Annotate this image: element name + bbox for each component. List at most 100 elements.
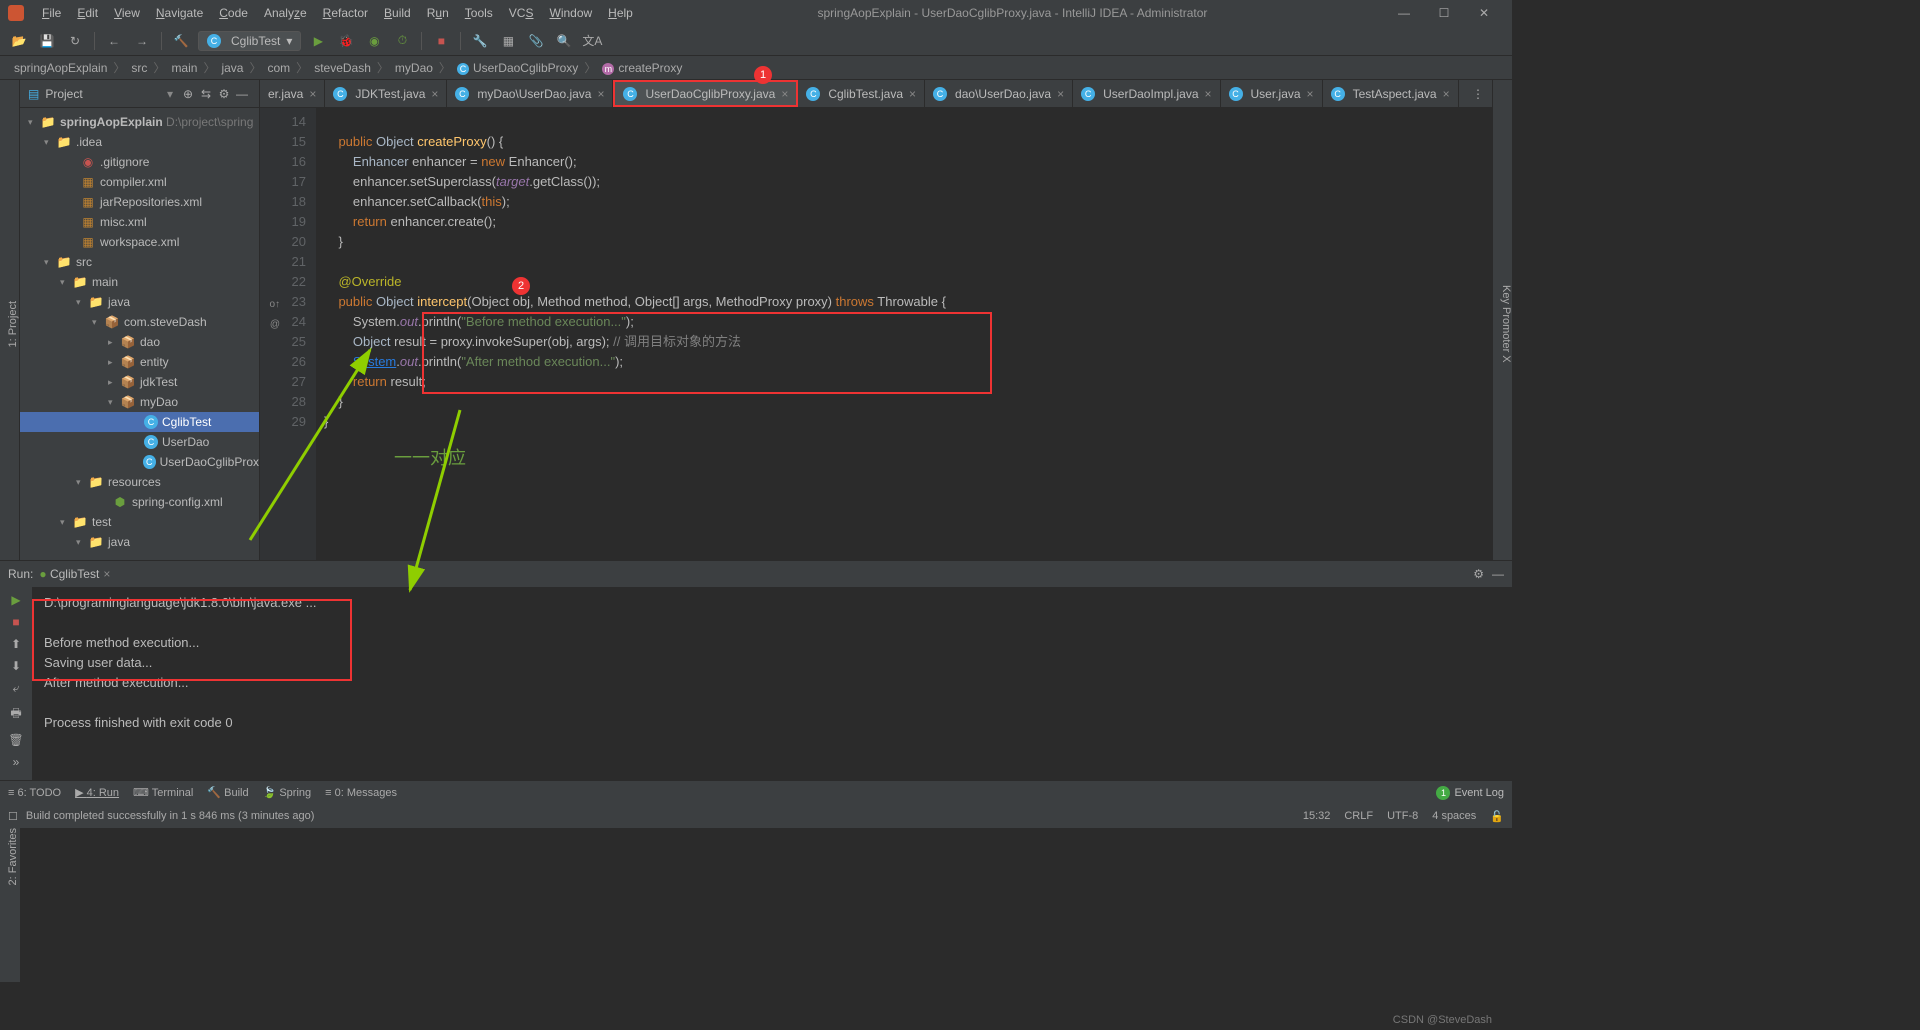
tree-test[interactable]: ▾📁test xyxy=(20,512,259,532)
close-icon[interactable]: × xyxy=(431,87,438,101)
menu-refactor[interactable]: Refactor xyxy=(315,6,376,20)
tree-mydao[interactable]: ▾📦myDao xyxy=(20,392,259,412)
tab-8[interactable]: CTestAspect.java× xyxy=(1323,80,1459,107)
tree-subpkg[interactable]: ▸📦dao xyxy=(20,332,259,352)
collapse-icon[interactable]: ⇆ xyxy=(197,87,215,101)
menu-help[interactable]: Help xyxy=(600,6,641,20)
gear-icon[interactable]: ⚙ xyxy=(215,87,233,101)
bc-class[interactable]: CUserDaoCglibProxy xyxy=(453,61,582,75)
run-console[interactable]: D:\programinglanguage\jdk1.8.0\bin\java.… xyxy=(32,587,1512,780)
run-icon[interactable]: ▶ xyxy=(307,30,329,52)
debug-icon[interactable]: 🐞 xyxy=(335,30,357,52)
reload-icon[interactable]: ↻ xyxy=(64,30,86,52)
override-gutter-icon[interactable]: o↑ @ xyxy=(266,295,280,309)
menu-run[interactable]: Run xyxy=(419,6,457,20)
bottom-todo[interactable]: ≡ 6: TODO xyxy=(8,787,61,799)
wrench-icon[interactable]: 🔧 xyxy=(469,30,491,52)
menu-tools[interactable]: Tools xyxy=(457,6,501,20)
project-tree[interactable]: ▾📁springAopExplain D:\project\spring ▾📁.… xyxy=(20,108,259,560)
hide-icon[interactable]: — xyxy=(233,87,251,101)
sidebar-tab-project[interactable]: 1: Project xyxy=(7,297,19,351)
close-icon[interactable]: × xyxy=(1205,87,1212,101)
stop-icon[interactable]: ■ xyxy=(430,30,452,52)
tree-main[interactable]: ▾📁main xyxy=(20,272,259,292)
structure-icon[interactable]: ▦ xyxy=(497,30,519,52)
project-panel-title[interactable]: Project xyxy=(45,87,167,101)
close-icon[interactable]: × xyxy=(597,87,604,101)
bc-pkg[interactable]: steveDash xyxy=(310,61,375,75)
tab-3-active[interactable]: CUserDaoCglibProxy.java× xyxy=(613,80,798,107)
menu-code[interactable]: Code xyxy=(211,6,256,20)
coverage-icon[interactable]: ◉ xyxy=(363,30,385,52)
window-close-button[interactable]: ✕ xyxy=(1464,6,1504,20)
menu-edit[interactable]: Edit xyxy=(69,6,106,20)
bottom-run[interactable]: ▶ 4: Run xyxy=(75,786,119,799)
wrap-icon[interactable]: ⤶ xyxy=(13,681,20,696)
profile-icon[interactable]: ⏱ xyxy=(391,30,413,52)
menu-view[interactable]: View xyxy=(106,6,148,20)
stop-icon[interactable]: ■ xyxy=(12,615,19,629)
save-icon[interactable]: 💾 xyxy=(36,30,58,52)
menu-navigate[interactable]: Navigate xyxy=(148,6,211,20)
tree-spring-cfg[interactable]: ⬢spring-config.xml xyxy=(20,492,259,512)
bc-method[interactable]: mcreateProxy xyxy=(598,61,686,75)
hide-icon[interactable]: — xyxy=(1492,567,1504,581)
bc-main[interactable]: main xyxy=(167,61,201,75)
bc-mydao[interactable]: myDao xyxy=(391,61,437,75)
forward-icon[interactable]: → xyxy=(131,30,153,52)
tabs-more-icon[interactable]: ⋮ xyxy=(1464,80,1492,107)
tree-file[interactable]: ▦workspace.xml xyxy=(20,232,259,252)
tree-resources[interactable]: ▾📁resources xyxy=(20,472,259,492)
close-icon[interactable]: × xyxy=(1307,87,1314,101)
bc-com[interactable]: com xyxy=(264,61,295,75)
menu-window[interactable]: Window xyxy=(541,6,600,20)
close-icon[interactable]: × xyxy=(909,87,916,101)
down-icon[interactable]: ⬇ xyxy=(11,659,21,673)
trash-icon[interactable]: 🗑 xyxy=(8,733,23,747)
gear-icon[interactable]: ⚙ xyxy=(1473,567,1484,581)
locate-icon[interactable]: ⊕ xyxy=(179,87,197,101)
bottom-build[interactable]: 🔨 Build xyxy=(207,786,248,799)
status-crlf[interactable]: CRLF xyxy=(1344,810,1373,823)
close-icon[interactable]: × xyxy=(781,87,788,101)
close-icon[interactable]: × xyxy=(309,87,316,101)
sidebar-tab-keypromoter[interactable]: Key Promoter X xyxy=(1500,281,1512,367)
close-icon[interactable]: × xyxy=(1443,87,1450,101)
attach-icon[interactable]: 📎 xyxy=(525,30,547,52)
bc-java[interactable]: java xyxy=(217,61,247,75)
code-editor[interactable]: 14151617 18192021 22o↑ @23 24252627 2829… xyxy=(260,108,1492,560)
status-box-icon[interactable]: ☐ xyxy=(8,810,18,823)
menu-analyze[interactable]: Analyze xyxy=(256,6,315,20)
code-text[interactable]: public Object createProxy() { Enhancer e… xyxy=(316,108,1492,560)
bottom-terminal[interactable]: ⌨ Terminal xyxy=(133,786,193,799)
tab-2[interactable]: CmyDao\UserDao.java× xyxy=(447,80,613,107)
menu-file[interactable]: File xyxy=(34,6,69,20)
menu-vcs[interactable]: VCS xyxy=(501,6,542,20)
tree-root[interactable]: ▾📁springAopExplain D:\project\spring xyxy=(20,112,259,132)
back-icon[interactable]: ← xyxy=(103,30,125,52)
more-icon[interactable]: » xyxy=(13,755,20,769)
open-icon[interactable]: 📂 xyxy=(8,30,30,52)
print-icon[interactable]: 🖶 xyxy=(10,704,21,725)
tree-subpkg[interactable]: ▸📦jdkTest xyxy=(20,372,259,392)
tree-file[interactable]: ▦compiler.xml xyxy=(20,172,259,192)
chevron-down-icon[interactable]: ▾ xyxy=(167,87,173,101)
bc-src[interactable]: src xyxy=(127,61,151,75)
sidebar-tab-favorites[interactable]: 2: Favorites xyxy=(7,822,19,891)
tree-src[interactable]: ▾📁src xyxy=(20,252,259,272)
tab-6[interactable]: CUserDaoImpl.java× xyxy=(1073,80,1220,107)
hammer-icon[interactable]: 🔨 xyxy=(170,30,192,52)
run-label[interactable]: ● CglibTest xyxy=(39,567,99,581)
tree-test-java[interactable]: ▾📁java xyxy=(20,532,259,552)
tree-idea[interactable]: ▾📁.idea xyxy=(20,132,259,152)
translate-icon[interactable]: 文A xyxy=(581,30,603,52)
tab-4[interactable]: CCglibTest.java× xyxy=(798,80,925,107)
tree-class-userdao[interactable]: CUserDao xyxy=(20,432,259,452)
tree-file[interactable]: ▦misc.xml xyxy=(20,212,259,232)
tree-file[interactable]: ◉.gitignore xyxy=(20,152,259,172)
bottom-eventlog[interactable]: 1Event Log xyxy=(1436,786,1504,800)
up-icon[interactable]: ⬆ xyxy=(11,637,21,651)
tree-file[interactable]: ▦jarRepositories.xml xyxy=(20,192,259,212)
bottom-messages[interactable]: ≡ 0: Messages xyxy=(325,787,397,799)
status-indent[interactable]: 4 spaces xyxy=(1432,810,1476,823)
